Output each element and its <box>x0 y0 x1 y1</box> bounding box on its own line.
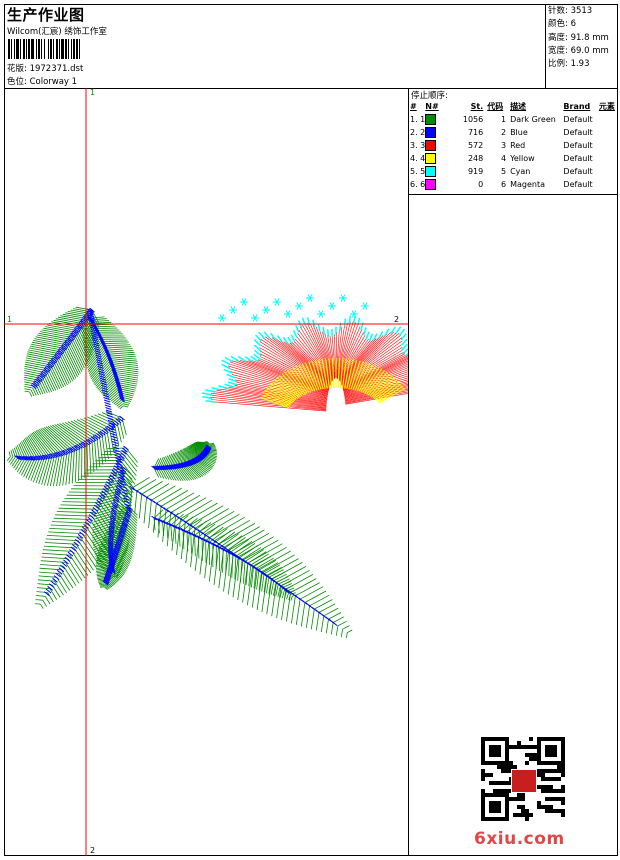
idx-cell: 4. 4 <box>410 154 426 163</box>
description-cell: Dark Green <box>510 115 556 124</box>
code-cell: 5 <box>500 167 507 176</box>
file-label: 花版: <box>7 64 27 74</box>
stat-ratio: 比例: 1.93 <box>548 59 590 70</box>
color-swatch <box>425 127 437 138</box>
stitches-cell: 919 <box>467 167 484 176</box>
swatch-cell <box>425 113 443 126</box>
guide-label-top: 1 <box>90 88 96 97</box>
description-cell: Cyan <box>510 167 531 176</box>
flower <box>201 294 408 412</box>
site-logo: 6xiu.com <box>474 829 565 849</box>
element-cell <box>599 113 618 126</box>
design-preview: 1 2 1 2 <box>4 88 408 856</box>
color-swatch <box>425 114 437 125</box>
table-row: 4. 4 248 4 Yellow Default <box>410 152 618 165</box>
element-cell <box>599 126 618 139</box>
col-header-code: 代码 <box>487 102 504 111</box>
color-swatch <box>425 166 437 177</box>
barcode <box>8 39 144 59</box>
file-name: 1972371.dst <box>29 64 84 74</box>
header-divider <box>545 4 546 88</box>
element-cell <box>599 178 618 191</box>
code-cell: 4 <box>500 154 507 163</box>
idx-cell: 2. 2 <box>410 128 426 137</box>
swatch-cell <box>425 165 443 178</box>
colorway: 色位: Colorway 1 <box>7 75 77 87</box>
table-row: 3. 3 572 3 Red Default <box>410 139 618 152</box>
idx-cell: 6. 6 <box>410 180 426 189</box>
brand-cell: Default <box>563 141 593 150</box>
guide-label-left: 1 <box>7 315 13 324</box>
table-row: 5. 5 919 5 Cyan Default <box>410 165 618 178</box>
description-cell: Yellow <box>510 154 535 163</box>
stitches-cell: 572 <box>467 141 484 150</box>
seal-stamp <box>511 769 537 793</box>
idx-cell: 1. 1 <box>410 115 426 124</box>
idx-cell: 3. 3 <box>410 141 426 150</box>
stitches-cell: 248 <box>467 154 484 163</box>
color-swatch <box>425 140 437 151</box>
code-cell: 1 <box>500 115 507 124</box>
swatch-cell <box>425 126 443 139</box>
code-cell: 2 <box>500 128 507 137</box>
design-artwork <box>4 88 408 856</box>
description-cell: Red <box>510 141 526 150</box>
table-row: 2. 2 716 2 Blue Default <box>410 126 618 139</box>
code-cell: 6 <box>500 180 507 189</box>
header: 生产作业图 Wilcom(汇宸) 绣饰工作室 花版: 1972371.dst 色… <box>4 4 618 89</box>
page-title: 生产作业图 <box>7 6 85 24</box>
stitches-cell: 0 <box>478 180 484 189</box>
stop-sequence-table: # N# St. 代码 描述 Brand 元素 1. 1 1056 1 Dark Gr… <box>410 100 618 191</box>
stitches-cell: 716 <box>467 128 484 137</box>
colorway-label: 色位: <box>7 77 27 87</box>
swatch-cell <box>425 152 443 165</box>
brand-cell: Default <box>563 180 593 189</box>
table-row: 6. 6 0 6 Magenta Default <box>410 178 618 191</box>
color-swatch <box>425 179 437 190</box>
col-header-needle: N# <box>425 102 439 111</box>
stitches-cell: 1056 <box>462 115 484 124</box>
idx-cell: 5. 5 <box>410 167 426 176</box>
col-header-brand: Brand <box>563 102 591 111</box>
description-cell: Blue <box>510 128 528 137</box>
element-cell <box>599 139 618 152</box>
brand-cell: Default <box>563 115 593 124</box>
stat-stitches: 针数: 3513 <box>548 6 593 16</box>
stat-height: 高度: 91.8 mm <box>548 32 609 43</box>
table-row: 1. 1 1056 1 Dark Green Default <box>410 113 618 126</box>
panel-divider <box>408 88 409 856</box>
color-swatch <box>425 153 437 164</box>
design-stats: 针数: 3513 颜色: 6 高度: 91.8 mm 宽度: 69.0 mm 比… <box>548 5 609 71</box>
brand-cell: Default <box>563 154 593 163</box>
element-cell <box>599 152 618 165</box>
col-header-index: # <box>410 102 417 111</box>
brand-cell: Default <box>563 167 593 176</box>
studio-name: Wilcom(汇宸) 绣饰工作室 <box>7 27 107 37</box>
col-header-stitches: St. <box>470 102 484 111</box>
table-header-row: # N# St. 代码 描述 Brand 元素 <box>410 100 618 113</box>
design-file: 花版: 1972371.dst <box>7 62 83 74</box>
panel-rule <box>409 194 618 195</box>
guide-label-right: 2 <box>394 315 400 324</box>
col-header-description: 描述 <box>510 102 527 111</box>
guide-label-bottom: 2 <box>90 846 96 855</box>
stat-colors: 颜色: 6 <box>548 19 576 30</box>
col-header-element: 元素 <box>598 102 615 111</box>
colorway-name: Colorway 1 <box>29 77 78 87</box>
stat-width: 宽度: 69.0 mm <box>548 45 609 56</box>
swatch-cell <box>425 178 443 191</box>
element-cell <box>599 165 618 178</box>
description-cell: Magenta <box>510 180 545 189</box>
swatch-cell <box>425 139 443 152</box>
brand-cell: Default <box>563 128 593 137</box>
code-cell: 3 <box>500 141 507 150</box>
